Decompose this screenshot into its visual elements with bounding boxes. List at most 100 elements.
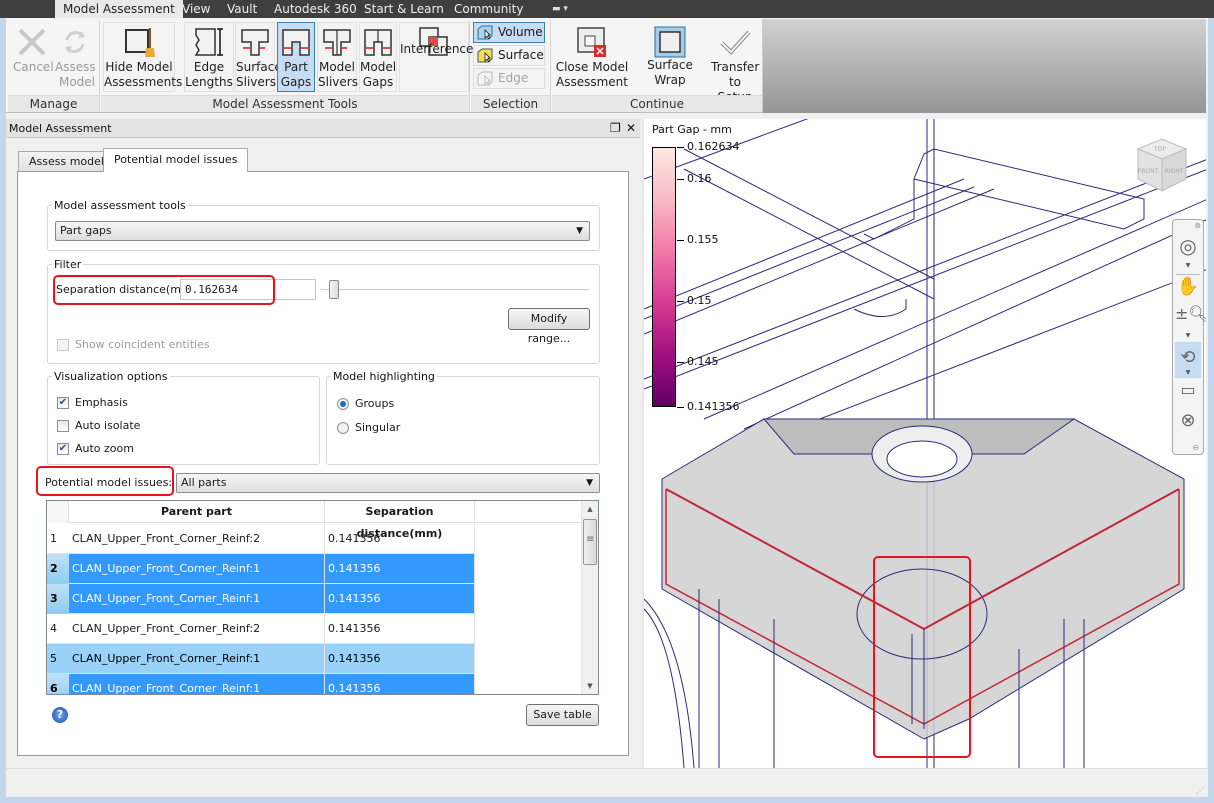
results-table: Parent part Separation distance(mm) 1 CLA…: [46, 500, 599, 695]
table-row[interactable]: 5 CLAN_Upper_Front_Corner_Reinf:1 0.141356: [47, 644, 475, 674]
column-header-separation-distance[interactable]: Separation distance(mm): [325, 501, 475, 540]
volume-select-icon: [477, 25, 493, 40]
column-header-parent-part[interactable]: Parent part: [69, 501, 325, 523]
interferences-button[interactable]: Interferences: [399, 22, 480, 92]
edge-lengths-button[interactable]: Edge Lengths: [184, 22, 234, 92]
chevron-down-icon: ▼: [576, 226, 583, 236]
close-model-assessment-button[interactable]: Close Model Assessment: [554, 22, 630, 92]
tab-community[interactable]: Community: [446, 0, 531, 18]
pan-icon[interactable]: ✋: [1175, 276, 1201, 302]
save-table-button[interactable]: Save table: [526, 704, 599, 726]
parent-part-cell[interactable]: CLAN_Upper_Front_Corner_Reinf:1: [69, 554, 325, 584]
group-label-continue: Continue: [552, 95, 762, 112]
auto-isolate-checkbox[interactable]: Auto isolate: [57, 418, 140, 434]
tab-view[interactable]: View: [174, 0, 218, 18]
hide-model-assessments-button[interactable]: Hide Model Assessments: [103, 22, 182, 92]
parent-part-cell[interactable]: CLAN_Upper_Front_Corner_Reinf:1: [69, 644, 325, 674]
panel-toggle-icon[interactable]: ▬ ▾: [552, 4, 574, 14]
edge-button[interactable]: Edge: [473, 68, 545, 89]
row-number[interactable]: 3: [47, 584, 69, 614]
highlighting-legend: Model highlighting: [333, 370, 435, 383]
close-navbar-icon[interactable]: ⊗: [1194, 221, 1201, 230]
emphasis-checkbox[interactable]: ✔ Emphasis: [57, 395, 128, 411]
row-number[interactable]: 1: [47, 524, 69, 554]
viewcube-right-label[interactable]: RIGHT: [1165, 168, 1184, 175]
tab-autodesk-360[interactable]: Autodesk 360: [266, 0, 365, 18]
row-number[interactable]: 4: [47, 614, 69, 644]
separation-distance-input[interactable]: 0.162634: [180, 279, 316, 300]
table-row[interactable]: 3 CLAN_Upper_Front_Corner_Reinf:1 0.141356: [47, 584, 475, 614]
singular-radio[interactable]: Singular: [337, 420, 400, 436]
table-row[interactable]: 1 CLAN_Upper_Front_Corner_Reinf:2 0.141356: [47, 524, 475, 554]
tab-vault[interactable]: Vault: [219, 0, 265, 18]
tab-potential-model-issues[interactable]: Potential model issues: [103, 148, 249, 172]
separation-distance-cell[interactable]: 0.141356: [325, 524, 475, 554]
table-row[interactable]: 2 CLAN_Upper_Front_Corner_Reinf:1 0.141356: [47, 554, 475, 584]
volume-button[interactable]: Volume: [473, 22, 545, 43]
parent-part-cell[interactable]: CLAN_Upper_Front_Corner_Reinf:2: [69, 614, 325, 644]
parent-part-cell[interactable]: CLAN_Upper_Front_Corner_Reinf:2: [69, 524, 325, 554]
resize-grip-icon[interactable]: ⋰: [1196, 786, 1204, 795]
legend-color-bar: [652, 147, 676, 407]
tab-start-learn[interactable]: Start & Learn: [356, 0, 452, 18]
broom-icon: [125, 28, 155, 57]
steering-wheel-icon[interactable]: ◎: [1175, 234, 1201, 260]
look-at-icon[interactable]: ▭: [1175, 380, 1201, 406]
legend-tick-label: 0.145: [687, 355, 719, 369]
zoom-icon[interactable]: ±🔍︎: [1175, 304, 1206, 330]
help-icon[interactable]: ?: [52, 707, 68, 723]
close-icon[interactable]: ✕: [626, 119, 636, 138]
separation-slider-thumb[interactable]: [329, 280, 339, 299]
groups-radio[interactable]: Groups: [337, 396, 394, 412]
row-number[interactable]: 2: [47, 554, 69, 584]
table-row[interactable]: 6 CLAN_Upper_Front_Corner_Reinf:1 0.141356: [47, 674, 475, 694]
row-number[interactable]: 6: [47, 674, 69, 694]
modify-range-button[interactable]: Modify range...: [508, 308, 590, 345]
separation-slider-track[interactable]: [321, 289, 589, 291]
tab-assess-model[interactable]: Assess model: [18, 151, 115, 172]
surface-slivers-button[interactable]: Surface Slivers: [235, 22, 282, 92]
scroll-up-arrow[interactable]: ▲: [582, 501, 598, 517]
show-coincident-checkbox[interactable]: Show coincident entities: [57, 337, 210, 353]
navbar-options-icon[interactable]: ⊖: [1192, 443, 1199, 452]
steering-wheel-dropdown[interactable]: ▼: [1173, 262, 1203, 269]
viewcube-front-label[interactable]: FRONT: [1138, 168, 1159, 175]
x-icon: [18, 28, 46, 56]
restore-icon[interactable]: ❐: [610, 119, 621, 138]
assessment-tool-dropdown[interactable]: Part gaps ▼: [55, 221, 590, 241]
parent-part-cell[interactable]: CLAN_Upper_Front_Corner_Reinf:1: [69, 584, 325, 614]
transfer-to-setup-button[interactable]: Transfer to Setup: [710, 22, 760, 104]
auto-zoom-checkbox[interactable]: ✔ Auto zoom: [57, 441, 134, 457]
surface-wrap-button[interactable]: Surface Wrap: [632, 22, 708, 92]
table-row[interactable]: 4 CLAN_Upper_Front_Corner_Reinf:2 0.141356: [47, 614, 475, 644]
zoom-dropdown[interactable]: ▼: [1173, 332, 1203, 339]
separation-distance-cell[interactable]: 0.141356: [325, 644, 475, 674]
scroll-down-arrow[interactable]: ▼: [582, 678, 598, 694]
parts-filter-dropdown[interactable]: All parts ▼: [176, 473, 600, 493]
checkmark-icon: ✔: [57, 397, 69, 409]
legend-tick-label: 0.141356: [687, 400, 740, 413]
row-number[interactable]: 5: [47, 644, 69, 674]
model-gaps-button[interactable]: Model Gaps: [359, 22, 397, 92]
cancel-button[interactable]: Cancel: [12, 22, 54, 92]
assess-model-button[interactable]: Assess Model: [54, 22, 96, 92]
viewcube[interactable]: TOP FRONT RIGHT: [1134, 135, 1190, 195]
parent-part-cell[interactable]: CLAN_Upper_Front_Corner_Reinf:1: [69, 674, 325, 694]
separation-distance-cell[interactable]: 0.141356: [325, 554, 475, 584]
separation-distance-cell[interactable]: 0.141356: [325, 614, 475, 644]
radio-unselected: [337, 422, 349, 434]
separation-distance-cell[interactable]: 0.141356: [325, 674, 475, 694]
part-gaps-icon: [282, 29, 310, 56]
surface-button[interactable]: Surface: [473, 45, 545, 66]
legend-tick: [677, 407, 684, 408]
graphics-viewport[interactable]: Part Gap - mm 0.162634 0.16 0.155 0.15 0.145…: [642, 119, 1206, 768]
table-scrollbar[interactable]: ▲ ▼: [581, 501, 598, 694]
separation-distance-cell[interactable]: 0.141356: [325, 584, 475, 614]
tab-model-assessment[interactable]: Model Assessment: [55, 0, 183, 18]
model-slivers-button[interactable]: Model Slivers: [317, 22, 358, 92]
orbit-dropdown[interactable]: ▼: [1173, 369, 1203, 376]
scroll-thumb[interactable]: [583, 519, 597, 565]
viewcube-top-label[interactable]: TOP: [1153, 146, 1166, 153]
part-gaps-button[interactable]: Part Gaps: [277, 22, 315, 92]
center-icon[interactable]: ⊗: [1175, 410, 1201, 434]
